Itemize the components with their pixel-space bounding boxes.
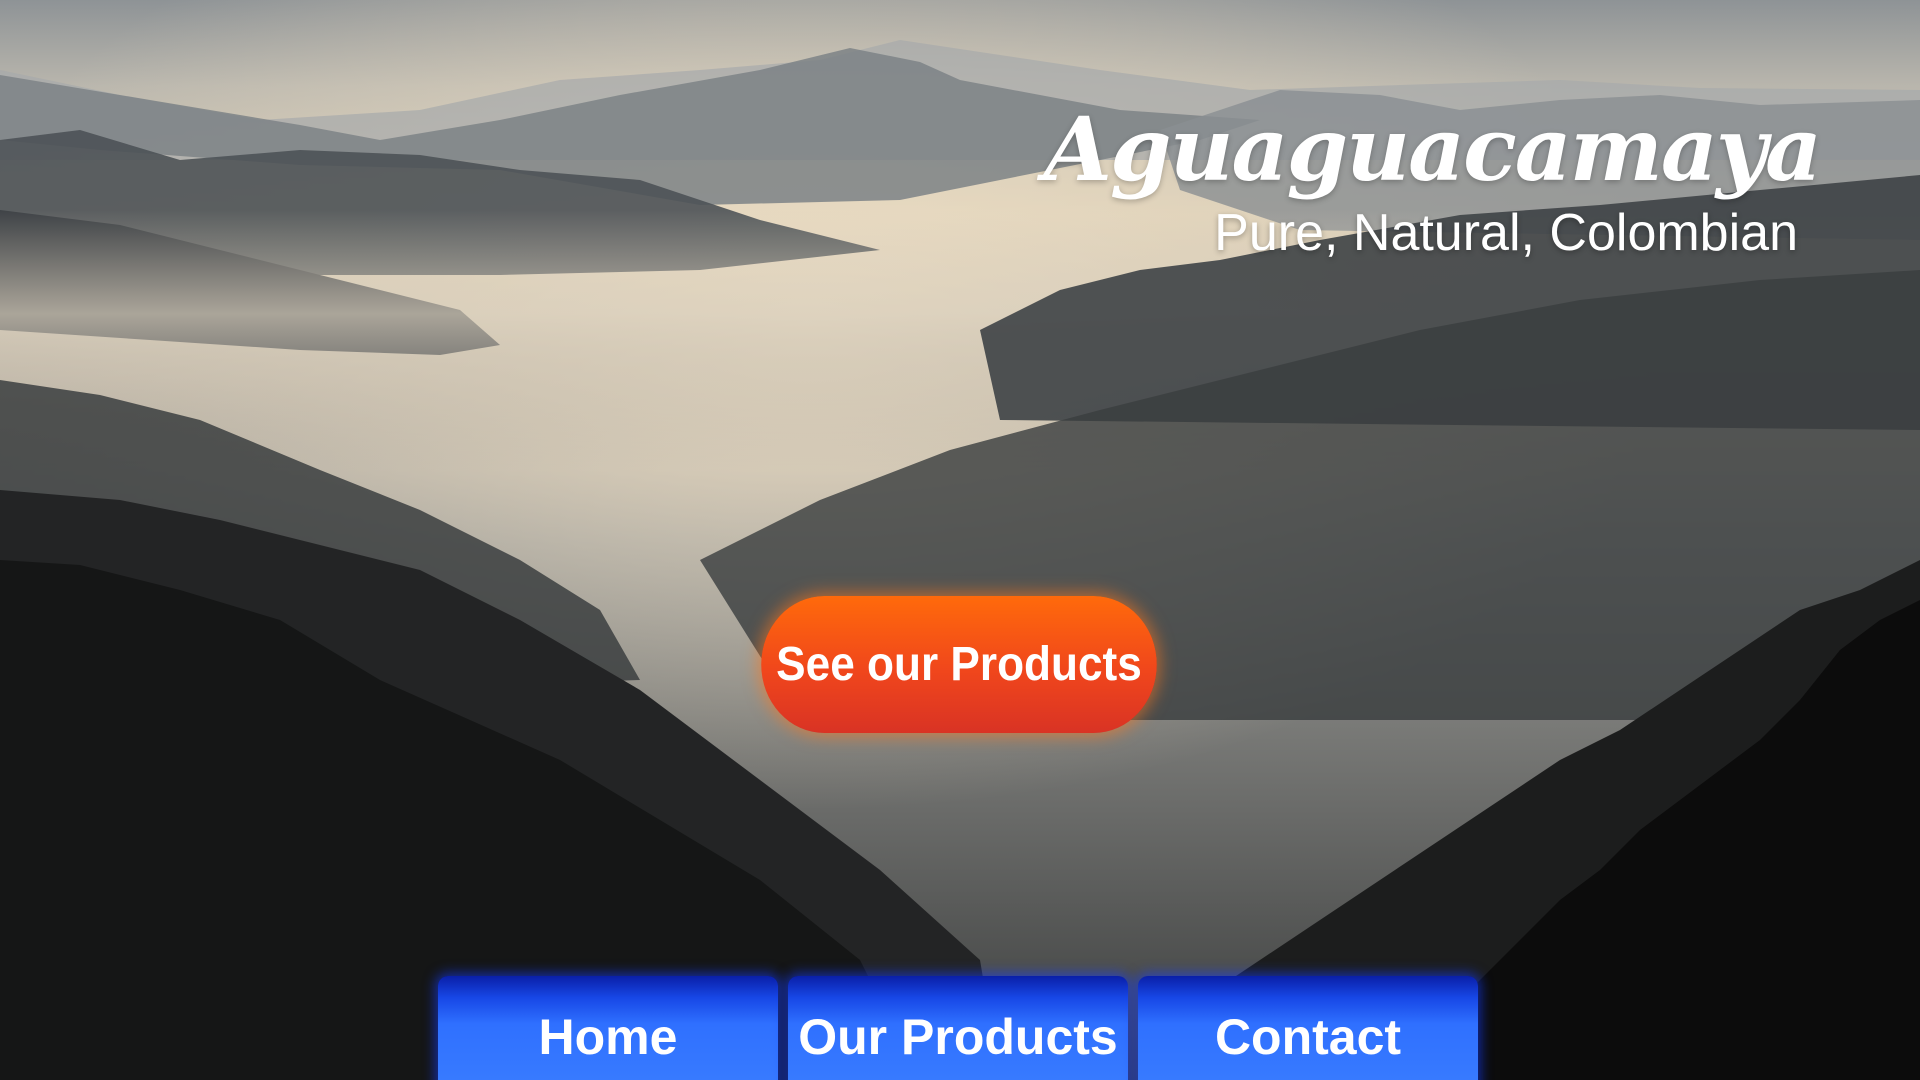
- hero-section: Aguaguacamaya Pure, Natural, Colombian S…: [0, 0, 1920, 1080]
- brand-tagline: Pure, Natural, Colombian: [1214, 204, 1798, 262]
- nav-tab-contact[interactable]: Contact: [1138, 976, 1478, 1080]
- brand-logo-text: Aguaguacamaya: [1043, 97, 1822, 201]
- brand-block: Aguaguacamaya Pure, Natural, Colombian: [1043, 97, 1822, 262]
- bottom-nav: Home Our Products Contact: [438, 976, 1478, 1080]
- nav-tab-home[interactable]: Home: [438, 976, 778, 1080]
- nav-tab-our-products[interactable]: Our Products: [788, 976, 1128, 1080]
- see-products-button[interactable]: See our Products: [761, 596, 1157, 733]
